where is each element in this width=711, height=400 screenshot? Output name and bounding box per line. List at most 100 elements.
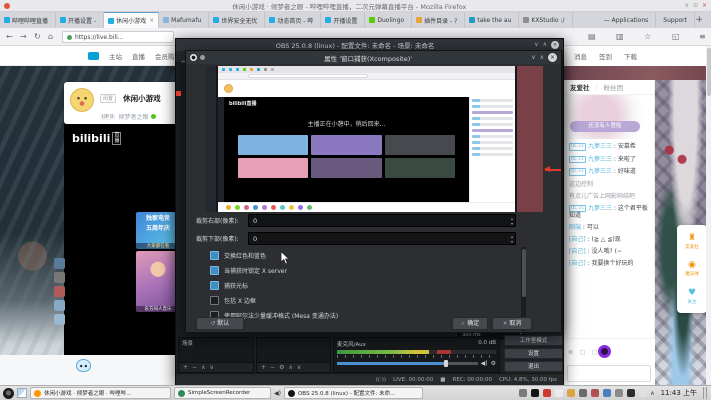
mini-thumbnail[interactable] [54, 314, 65, 325]
input-tool-icon[interactable]: ▢ [579, 348, 585, 356]
scene-up-icon[interactable]: ∧ [201, 364, 205, 371]
chat-username[interactable]: [自己] [569, 248, 586, 255]
menu-item[interactable]: — Applications [597, 12, 657, 28]
browser-tab[interactable]: 动态首页 - 哔 [265, 12, 321, 28]
cancel-button[interactable]: ✕取消 [492, 317, 532, 330]
menu-icon[interactable]: ≡ [699, 32, 706, 41]
scrollbar-thumb[interactable] [522, 249, 526, 297]
start-menu-button[interactable] [3, 388, 14, 399]
scrollbar-thumb[interactable] [707, 48, 711, 96]
bookmark-icon[interactable]: ☆ [644, 32, 651, 41]
recommend-card[interactable]: 东方同人音乐 [136, 251, 180, 312]
checkbox-row[interactable]: 交换红色和蓝色 [210, 248, 338, 263]
browser-tab[interactable]: Mafumafu [159, 12, 209, 28]
checkbox[interactable] [210, 281, 219, 290]
chat-username[interactable]: [自己] [569, 260, 586, 267]
nav-link-shop[interactable]: 会员购 [155, 51, 175, 61]
nav-link-main[interactable]: 主站 [109, 51, 122, 61]
mini-thumbnail[interactable] [54, 286, 65, 297]
chat-username[interactable]: 九夢三三 [588, 156, 612, 163]
tray-icon[interactable] [603, 389, 611, 397]
minimize-icon[interactable]: ∨ [534, 41, 538, 49]
mini-thumbnail[interactable] [54, 300, 65, 311]
checkbox[interactable] [210, 296, 219, 305]
reload-icon[interactable]: ↻ [34, 32, 41, 41]
tray-expand-icon[interactable]: ∧ [650, 390, 654, 397]
desktop-pager[interactable] [17, 388, 27, 398]
crop-right-input[interactable]: 0 ▴▾ [248, 214, 516, 227]
chat-username[interactable]: 九夢三三 [588, 205, 612, 212]
minimize-icon[interactable]: ∨ [685, 2, 689, 9]
checkbox-row[interactable]: 当捕获时锁定 X server [210, 263, 338, 278]
tray-icon[interactable] [567, 389, 575, 397]
spinner-arrows[interactable]: ▴▾ [511, 234, 513, 244]
spinner-arrows[interactable]: ▴▾ [511, 216, 513, 226]
streamer-avatar[interactable] [70, 88, 94, 112]
tray-icon[interactable] [519, 389, 527, 397]
volume-icon[interactable]: ◀) [274, 390, 281, 397]
tray-icon[interactable] [543, 389, 551, 397]
promo-banner[interactable]: 独家电竞 五周年庆 大家都在看 [136, 212, 180, 249]
crop-bottom-input[interactable]: 0 ▴▾ [248, 232, 516, 245]
checkbox-row[interactable]: 包括 X 边框 [210, 293, 338, 308]
dialog-titlebar[interactable]: 属性 '窗口捕获(Xcomposite)' ∨ ∧ × [186, 51, 561, 64]
browser-tab[interactable]: 哔哩哔哩直播 [0, 12, 56, 28]
source-properties-icon[interactable]: ⚙ [279, 364, 284, 371]
back-icon[interactable]: ← [6, 32, 13, 41]
close-icon[interactable]: × [548, 53, 557, 62]
sidebar-icon[interactable]: ▥ [616, 32, 624, 41]
firefox-titlebar[interactable]: 休闲小游戏 · 倾梦者之眼 - 哔哩哔哩直播，二次元弹幕直播平台 - Mozil… [0, 0, 711, 12]
chat-tab-club[interactable]: 友爱社 [570, 82, 590, 92]
home-icon[interactable]: ⌂ [48, 32, 53, 41]
refresh-icon[interactable]: ◱ [672, 32, 680, 41]
nav-link-download[interactable]: 下载 [624, 51, 637, 61]
exit-button[interactable]: 退出 [504, 361, 563, 372]
nav-link-live[interactable]: 直播 [132, 51, 145, 61]
maximize-icon[interactable]: ∧ [543, 41, 547, 49]
tray-icon[interactable] [531, 389, 539, 397]
tray-icon[interactable] [615, 389, 623, 397]
nav-link-messages[interactable]: 消息 [574, 51, 587, 61]
tray-icon[interactable] [591, 389, 599, 397]
room-action-button[interactable]: ♜ 友爱社 [685, 233, 699, 250]
add-source-icon[interactable]: + [261, 364, 266, 371]
room-action-button[interactable]: ◉ 魔法球 [685, 260, 699, 277]
settings-button[interactable]: 设置 [504, 348, 563, 359]
forward-icon[interactable]: → [20, 32, 27, 41]
studio-mode-button[interactable]: 工作室模式 [504, 335, 563, 346]
browser-tab[interactable]: 休闲小游戏 × [104, 12, 159, 28]
checkbox[interactable] [210, 251, 219, 260]
chat-username[interactable]: 九夢三三 [588, 143, 612, 150]
speaker-icon[interactable]: ◀) [481, 360, 488, 367]
taskbar-item-firefox[interactable]: 休闲小游戏 · 倾梦者之眼 · 哔哩哔... [30, 387, 171, 399]
browser-tab[interactable]: 插件目录 - ? [412, 12, 465, 28]
room-action-button[interactable]: ♥ 关注 [688, 288, 697, 305]
url-bar[interactable]: https://live.bili… [62, 31, 174, 43]
remove-scene-icon[interactable]: − [192, 364, 197, 371]
chat-username[interactable]: 九夢三三 [588, 168, 612, 175]
mini-thumbnail[interactable] [54, 258, 65, 269]
tray-icon[interactable] [579, 389, 587, 397]
taskbar-item-ssr[interactable]: SimpleScreenRecorder [174, 387, 271, 399]
add-scene-icon[interactable]: + [183, 364, 188, 371]
browser-tab[interactable]: 开播设置 - [56, 12, 104, 28]
taskbar-item-obs[interactable]: OBS 25.0.8 (linux) - 配置文件: 未命... [284, 387, 423, 399]
chat-username[interactable]: 刚端 [569, 224, 581, 231]
panel-handle[interactable] [703, 387, 708, 399]
checkbox-row[interactable]: 捕获光标 [210, 278, 338, 293]
up-name[interactable]: 倾梦者之眼 [118, 112, 148, 121]
browser-tab[interactable]: KXStudio :/ [519, 12, 572, 28]
scene-down-icon[interactable]: ∨ [209, 364, 213, 371]
restore-icon[interactable]: ⊙ [693, 2, 698, 9]
mixer-gear-icon[interactable]: ⚙ [491, 360, 496, 367]
tab-close-icon[interactable]: × [149, 17, 154, 24]
input-tool-icon[interactable]: ▢ [592, 348, 598, 356]
close-icon[interactable]: × [702, 2, 707, 9]
source-down-icon[interactable]: ∨ [297, 364, 301, 371]
browser-tab[interactable]: 世界安全无忧 [209, 12, 265, 28]
taskbar-clock[interactable]: 11:43 上午 [661, 388, 697, 398]
browser-tab[interactable]: Duolingo [365, 12, 412, 28]
ok-button[interactable]: ✓确定 [452, 317, 488, 330]
close-icon[interactable]: × [551, 41, 559, 49]
mini-thumbnail[interactable] [54, 272, 65, 283]
